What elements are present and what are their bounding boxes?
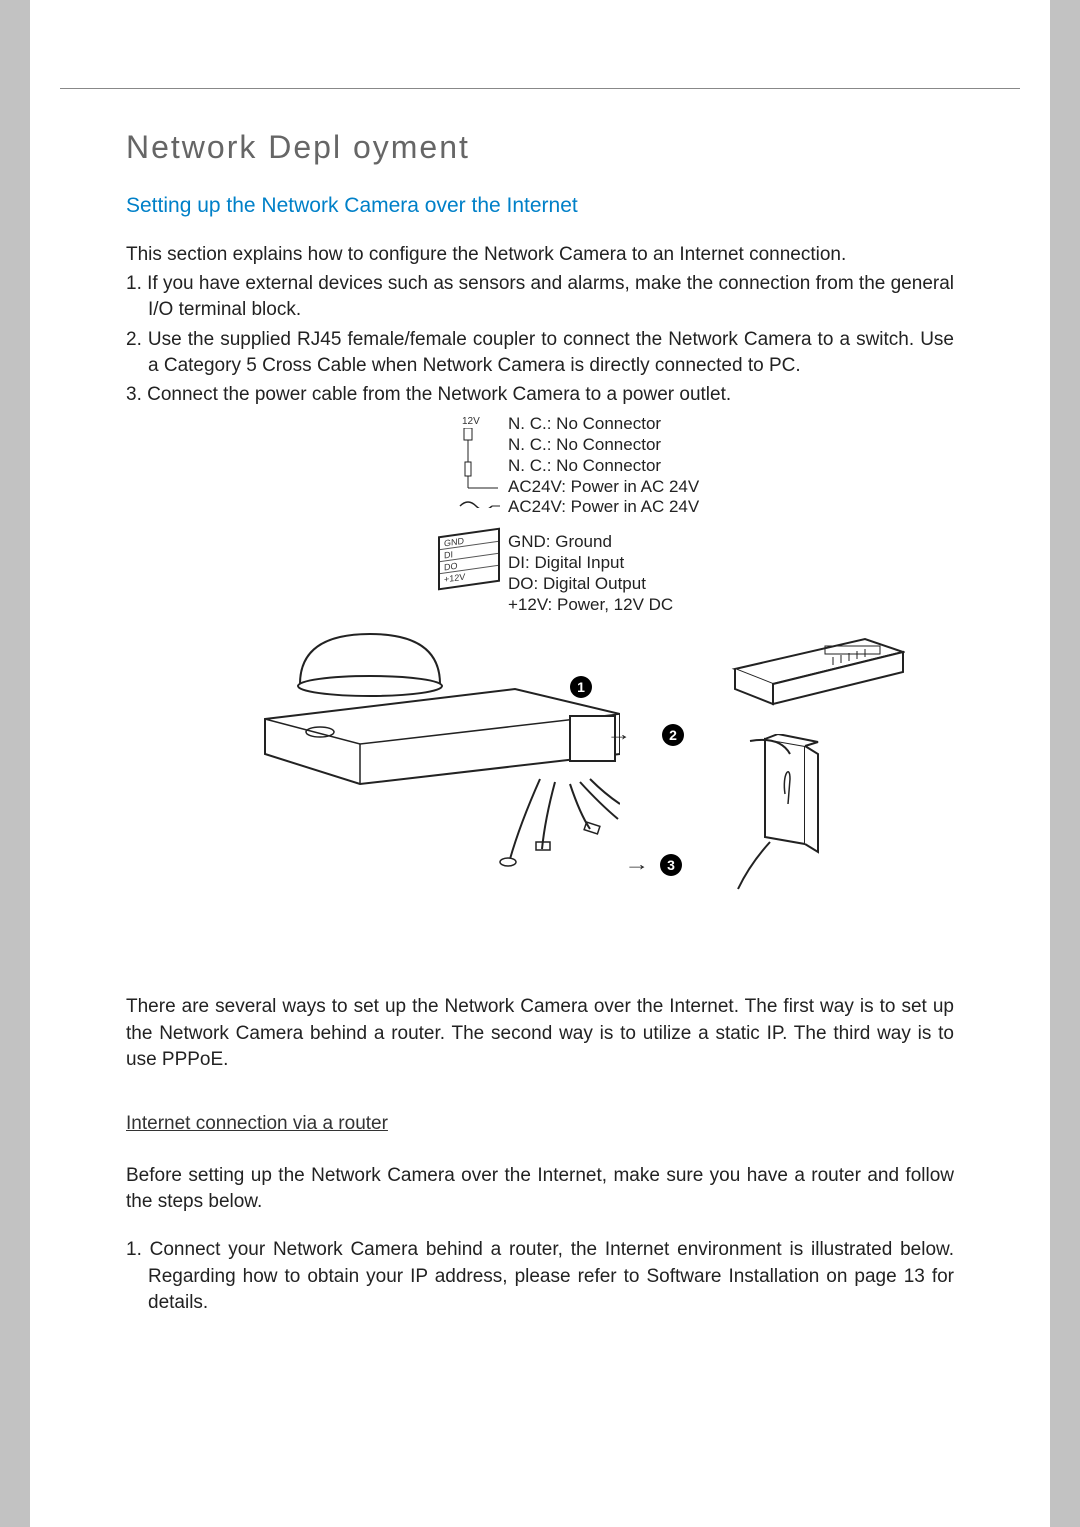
router-step-1: 1. Connect your Network Camera behind a … <box>126 1237 954 1316</box>
wiring-diagram: 12V N. C.: No Connector N. C.: No Connec… <box>180 414 900 914</box>
step-2: 2. Use the supplied RJ45 female/female c… <box>126 327 954 379</box>
terminal-block-icon: GND DI DO +12V <box>438 528 500 591</box>
camera-icon <box>260 624 620 874</box>
router-intro: Before setting up the Network Camera ove… <box>126 1163 954 1215</box>
footer: 10 - User's Manual <box>30 1467 1050 1527</box>
intro-block: This section explains how to configure t… <box>126 242 954 408</box>
intro-text: This section explains how to configure t… <box>126 242 954 268</box>
tbb-l1: GND: Ground <box>508 532 673 553</box>
arrow-icon: → <box>624 854 649 875</box>
paragraph-methods: There are several ways to set up the Net… <box>126 994 954 1073</box>
page-title: Network Depl oyment <box>126 129 954 166</box>
router-heading: Internet connection via a router <box>126 1113 954 1135</box>
connector-a-icon <box>458 428 500 508</box>
tiny-connector-label: 12V <box>462 416 480 427</box>
tbb-l4: +12V: Power, 12V DC <box>508 595 673 616</box>
terminal-block-a-labels: N. C.: No Connector N. C.: No Connector … <box>508 414 699 518</box>
footer-text: 10 - User's Manual <box>133 1489 258 1506</box>
content-area: Network Depl oyment Setting up the Netwo… <box>30 94 1050 1316</box>
step-1: 1. If you have external devices such as … <box>126 271 954 323</box>
step-3: 3. Connect the power cable from the Netw… <box>126 382 954 408</box>
divider <box>60 88 1020 89</box>
tbb-l2: DI: Digital Input <box>508 553 673 574</box>
header-brand: VIVOTEK <box>30 0 1050 88</box>
tba-l2: N. C.: No Connector <box>508 435 699 456</box>
page: VIVOTEK Network Depl oyment Setting up t… <box>30 0 1050 1527</box>
switch-icon <box>725 634 905 714</box>
power-adapter-icon <box>710 734 830 894</box>
tbb-l3: DO: Digital Output <box>508 574 673 595</box>
tba-l3: N. C.: No Connector <box>508 456 699 477</box>
section-subtitle: Setting up the Network Camera over the I… <box>126 194 954 218</box>
callout-2: 2 <box>662 724 684 746</box>
tba-l4: AC24V: Power in AC 24V <box>508 477 699 498</box>
tba-l5: AC24V: Power in AC 24V <box>508 497 699 518</box>
callout-3: 3 <box>660 854 682 876</box>
terminal-block-b-labels: GND: Ground DI: Digital Input DO: Digita… <box>508 532 673 615</box>
tba-l1: N. C.: No Connector <box>508 414 699 435</box>
arrow-icon: → <box>606 724 631 745</box>
